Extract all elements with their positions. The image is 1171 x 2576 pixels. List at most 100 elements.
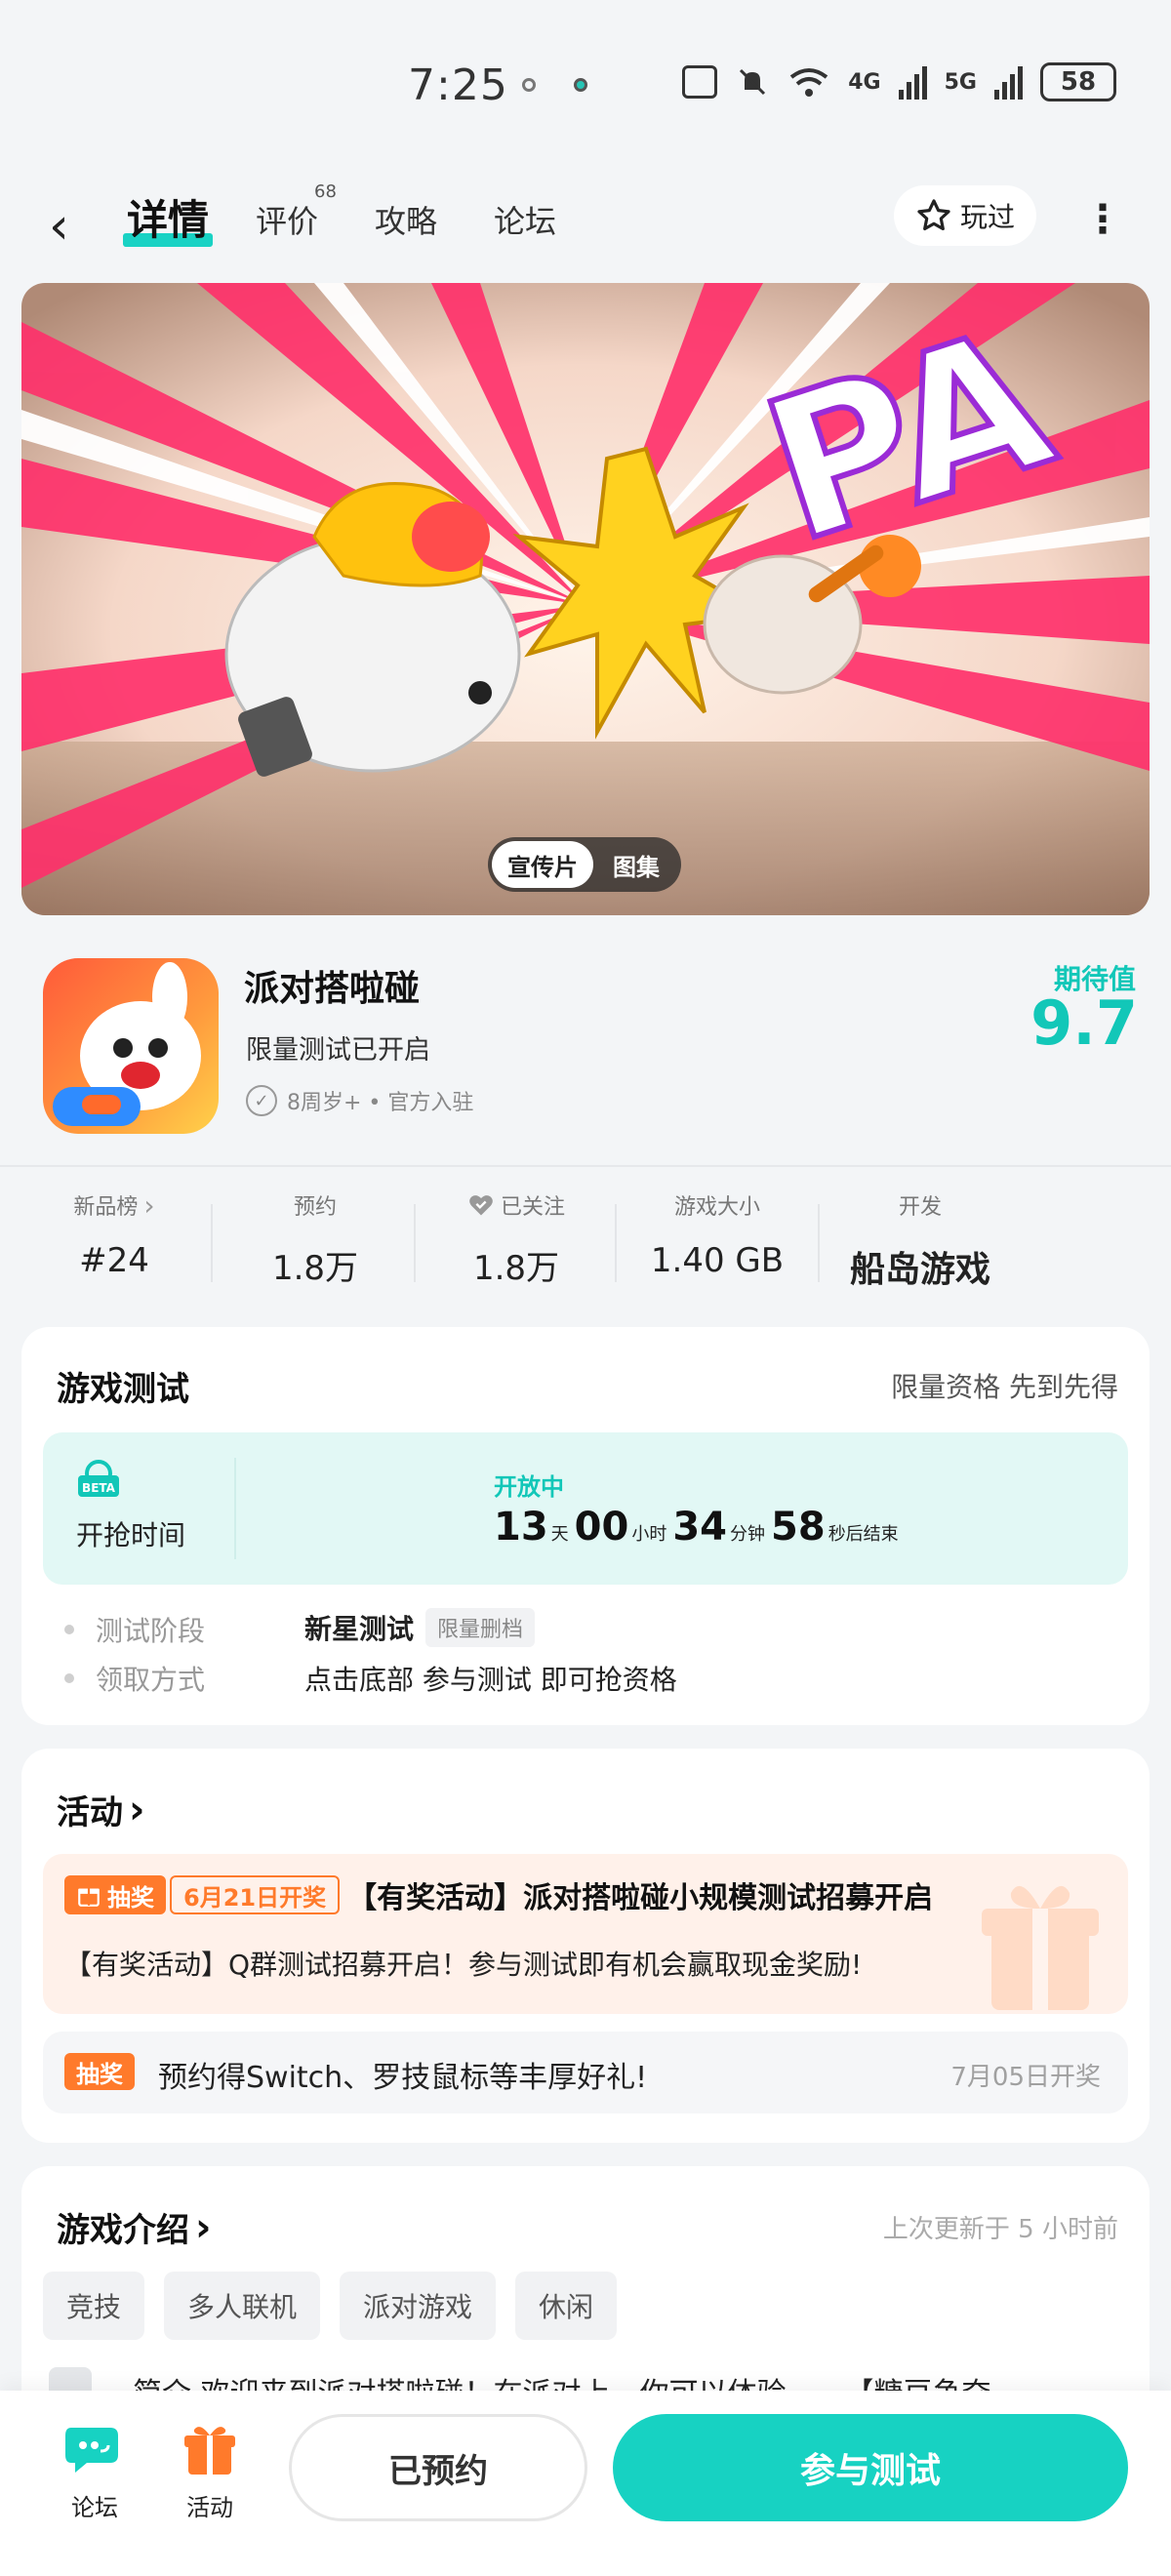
activities-card: 活动 › 抽奖 6月21日开奖 【有奖活动】派对搭啦碰小规模测试招募开启 【有奖… xyxy=(21,1749,1150,2143)
network-5g-label: 5G xyxy=(944,69,977,95)
gift-icon xyxy=(184,2427,235,2475)
activity-item[interactable]: 抽奖 6月21日开奖 【有奖活动】派对搭啦碰小规模测试招募开启 【有奖活动】Q群… xyxy=(43,1854,1128,2014)
tag-chip[interactable]: 休闲 xyxy=(515,2272,618,2340)
stat-value: 1.8万 xyxy=(271,1249,359,1288)
stat-label: 已关注 xyxy=(500,1195,565,1220)
activities-header[interactable]: 活动 › xyxy=(57,1786,144,1833)
stat-developer[interactable]: 开发 船岛游戏 xyxy=(820,1188,1021,1292)
open-time-label: 开抢时间 xyxy=(76,1519,186,1551)
countdown-minutes: 34 xyxy=(672,1505,728,1550)
stat-value: 1.8万 xyxy=(472,1249,560,1288)
toggle-gallery[interactable]: 图集 xyxy=(599,841,673,888)
notification-dot-icon xyxy=(522,78,536,92)
chevron-right-icon: › xyxy=(143,1188,155,1222)
test-status-box: BETA 开抢时间 开放中 13 天 00 小时 34 分钟 58 秒后结束 xyxy=(43,1432,1128,1585)
tab-details[interactable]: 详情 xyxy=(122,187,214,247)
nfc-icon xyxy=(682,65,718,99)
toggle-trailer[interactable]: 宣传片 xyxy=(492,841,593,888)
tag-chip[interactable]: 多人联机 xyxy=(164,2272,321,2340)
tag-chip[interactable]: 派对游戏 xyxy=(340,2272,497,2340)
heart-check-icon xyxy=(469,1195,493,1216)
game-meta-text: 8周岁+ • 官方入驻 xyxy=(287,1091,474,1115)
bottom-forum-button[interactable]: 论坛 xyxy=(51,2422,139,2522)
countdown-seconds-unit: 秒后结束 xyxy=(828,1524,899,1545)
intro-header[interactable]: 游戏介绍 › xyxy=(57,2203,211,2251)
back-icon[interactable]: ‹ xyxy=(49,197,69,256)
bottom-action-bar: 论坛 活动 已预约 参与测试 xyxy=(0,2391,1171,2576)
beta-icon-text: BETA xyxy=(82,1481,116,1495)
game-test-note: 限量资格 先到先得 xyxy=(891,1371,1118,1403)
chevron-right-icon: › xyxy=(195,2204,212,2250)
status-time: 7:25 xyxy=(408,60,508,110)
join-test-button[interactable]: 参与测试 xyxy=(613,2414,1128,2521)
test-stage-tag: 限量删档 xyxy=(425,1608,536,1647)
lottery-tag: 抽奖 xyxy=(64,2053,135,2090)
wifi-icon xyxy=(790,68,828,97)
draw-date-tag: 6月21日开奖 xyxy=(170,1875,341,1914)
forum-label: 论坛 xyxy=(71,2494,118,2521)
battery-indicator: 58 xyxy=(1040,62,1116,101)
stat-value: 1.40 GB xyxy=(650,1241,785,1280)
beta-alarm-icon: BETA xyxy=(78,1460,119,1497)
reserved-button[interactable]: 已预约 xyxy=(289,2414,587,2521)
countdown-days-unit: 天 xyxy=(550,1524,569,1545)
bullet-dot xyxy=(64,1625,74,1634)
chevron-right-icon: › xyxy=(129,1787,145,1832)
activity-item[interactable]: 抽奖 预约得Switch、罗技鼠标等丰厚好礼! 7月05日开奖 xyxy=(43,2032,1128,2113)
network-4g-label: 4G xyxy=(848,69,881,95)
countdown-hours: 00 xyxy=(574,1505,629,1550)
claim-method-value: 点击底部 参与测试 即可抢资格 xyxy=(304,1664,677,1696)
stat-new-ranking[interactable]: 新品榜 › #24 xyxy=(14,1188,215,1281)
test-status: 开放中 xyxy=(494,1473,564,1501)
played-button[interactable]: 玩过 xyxy=(894,185,1036,246)
tab-forum[interactable]: 论坛 xyxy=(494,197,556,242)
countdown-timer: 13 天 00 小时 34 分钟 58 秒后结束 xyxy=(494,1505,905,1550)
more-options-icon[interactable]: ⋮ xyxy=(1083,197,1122,242)
game-title: 派对搭啦碰 xyxy=(244,969,421,1009)
tab-reviews[interactable]: 评价 xyxy=(256,197,318,242)
stat-game-size: 游戏大小 1.40 GB xyxy=(617,1188,818,1280)
activity-title: 预约得Switch、罗技鼠标等丰厚好礼! xyxy=(158,2061,648,2095)
test-stage-label: 测试阶段 xyxy=(96,1615,206,1647)
countdown-days: 13 xyxy=(494,1505,548,1550)
game-test-title: 游戏测试 xyxy=(57,1370,189,1409)
stat-label: 开发 xyxy=(898,1195,942,1220)
countdown-hours-unit: 小时 xyxy=(631,1524,667,1545)
mute-icon xyxy=(740,68,766,96)
game-meta: ✓ 8周岁+ • 官方入驻 xyxy=(246,1085,473,1116)
game-subtitle: 限量测试已开启 xyxy=(246,1035,430,1066)
activity-title: 【有奖活动】派对搭啦碰小规模测试招募开启 xyxy=(347,1881,934,1915)
test-stage-value-row: 新星测试 限量删档 xyxy=(304,1608,536,1647)
stat-label: 预约 xyxy=(293,1195,337,1220)
star-icon xyxy=(917,199,950,231)
game-app-icon xyxy=(43,958,219,1134)
media-toggle[interactable]: 宣传片 图集 xyxy=(488,837,681,892)
gift-icon xyxy=(78,1888,100,1907)
test-stage-row: 测试阶段 xyxy=(64,1610,205,1649)
stat-separator xyxy=(211,1204,213,1282)
stat-value: 船岛游戏 xyxy=(849,1250,990,1290)
test-stage-value: 新星测试 xyxy=(304,1613,415,1645)
bottom-activity-button[interactable]: 活动 xyxy=(166,2422,254,2522)
verified-icon: ✓ xyxy=(246,1085,277,1116)
status-icons: 4G 5G 58 xyxy=(682,62,1116,101)
tab-guides[interactable]: 攻略 xyxy=(375,197,437,242)
played-label: 玩过 xyxy=(959,201,1015,233)
tag-chip[interactable]: 竞技 xyxy=(43,2272,145,2340)
stat-followed[interactable]: 已关注 1.8万 xyxy=(416,1188,617,1289)
intro-title: 游戏介绍 xyxy=(57,2211,189,2250)
stat-reservations: 预约 1.8万 xyxy=(215,1188,416,1289)
section-divider xyxy=(0,1165,1171,1167)
bullet-dot xyxy=(64,1673,74,1683)
gift-watermark-icon xyxy=(982,1885,1099,2010)
countdown-minutes-unit: 分钟 xyxy=(730,1524,766,1545)
banner-artwork: PA xyxy=(21,283,1150,915)
top-nav: ‹ 详情 评价 68 攻略 论坛 玩过 ⋮ xyxy=(0,176,1171,273)
claim-method-label: 领取方式 xyxy=(96,1664,206,1696)
lottery-tag-text: 抽奖 xyxy=(107,1883,154,1912)
promo-banner[interactable]: PA xyxy=(21,283,1150,915)
reviews-count-badge: 68 xyxy=(314,181,337,202)
intro-updated: 上次更新于 5 小时前 xyxy=(882,2215,1118,2244)
stat-label: 游戏大小 xyxy=(673,1195,760,1220)
signal-5g-icon xyxy=(994,64,1023,100)
